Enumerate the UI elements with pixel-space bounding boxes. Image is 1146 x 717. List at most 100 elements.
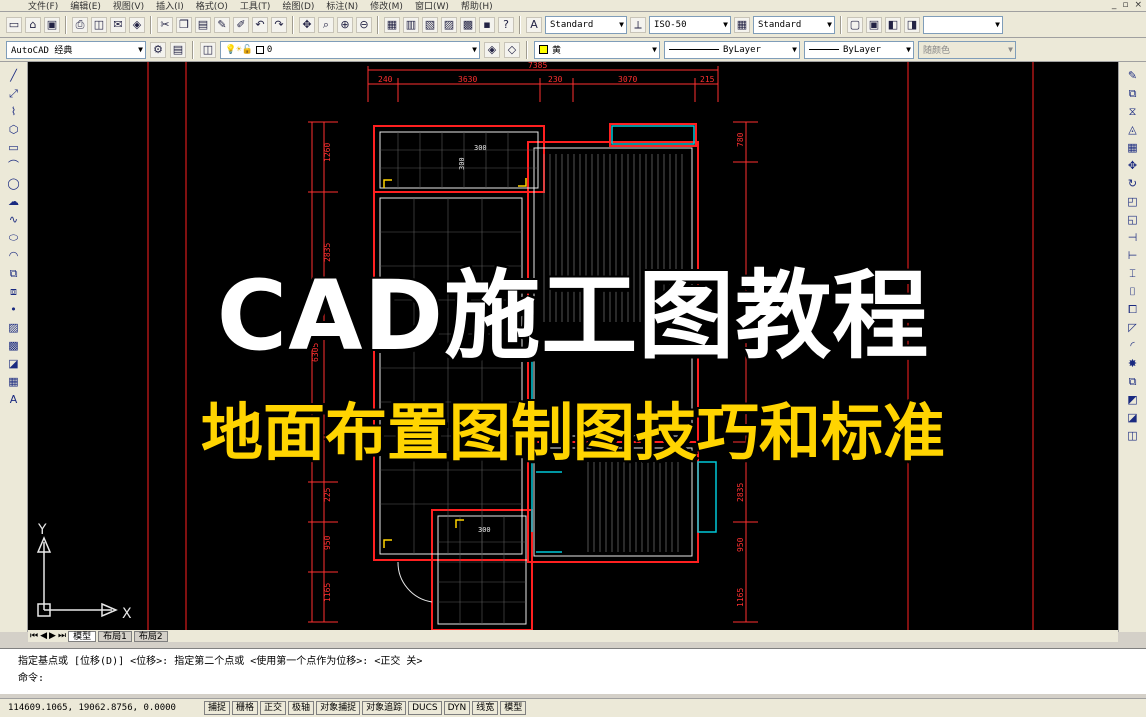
grid-button[interactable]: 栅格 xyxy=(232,701,259,715)
move-icon[interactable]: ✥ xyxy=(1124,158,1142,174)
construction-line-icon[interactable]: ⤢ xyxy=(5,86,23,102)
zoom-previous-icon[interactable]: ⊖ xyxy=(356,16,372,33)
redo-icon[interactable]: ↷ xyxy=(271,16,287,33)
osnap-button[interactable]: 对象捕捉 xyxy=(316,701,361,715)
sheetset-icon[interactable]: ▨ xyxy=(441,16,457,33)
tool-palettes-icon[interactable]: ▧ xyxy=(422,16,438,33)
viewport-poly-icon[interactable]: ▣ xyxy=(866,16,882,33)
restore-icon[interactable]: ▫ xyxy=(1122,0,1128,10)
table-style-select[interactable]: Standard ▼ xyxy=(753,15,835,34)
menu-draw[interactable]: 绘图(D) xyxy=(282,0,314,12)
dim-right-1: 780 xyxy=(736,132,745,147)
revcloud-icon[interactable]: ☁ xyxy=(5,194,23,210)
ortho-button[interactable]: 正交 xyxy=(260,701,287,715)
close-icon[interactable]: × xyxy=(1134,0,1142,10)
tab-nav-last-icon[interactable]: ⏭ xyxy=(58,631,66,641)
pan-icon[interactable]: ✥ xyxy=(299,16,315,33)
stretch-icon[interactable]: ◱ xyxy=(1124,212,1142,228)
viewport-object-icon[interactable]: ◧ xyxy=(885,16,901,33)
tab-nav-first-icon[interactable]: ⏮ xyxy=(30,631,38,641)
linetype-select[interactable]: ByLayer ▼ xyxy=(664,40,800,59)
ducs-button[interactable]: DUCS xyxy=(408,701,442,715)
layer-color-icon xyxy=(255,45,264,54)
tab-model[interactable]: 模型 xyxy=(68,630,97,642)
viewport-scale-select[interactable]: ▼ xyxy=(923,15,1003,34)
tab-nav-next-icon[interactable]: ▶ xyxy=(49,631,56,641)
undo-icon[interactable]: ↶ xyxy=(252,16,268,33)
minimize-icon[interactable]: _ xyxy=(1112,0,1117,10)
design-center-icon[interactable]: ▥ xyxy=(403,16,419,33)
polyline-icon[interactable]: ⌇ xyxy=(5,104,23,120)
spline-icon[interactable]: ∿ xyxy=(5,212,23,228)
copy-icon[interactable]: ❐ xyxy=(176,16,192,33)
lineweight-select[interactable]: ByLayer ▼ xyxy=(804,40,914,59)
tab-layout1[interactable]: 布局1 xyxy=(98,630,132,642)
polygon-icon[interactable]: ⬡ xyxy=(5,122,23,138)
scale-icon[interactable]: ◰ xyxy=(1124,194,1142,210)
tab-nav-prev-icon[interactable]: ◀ xyxy=(40,631,47,641)
layer-manager-icon[interactable]: ◫ xyxy=(200,41,216,58)
tab-layout2[interactable]: 布局2 xyxy=(133,630,168,642)
new-icon[interactable]: ▭ xyxy=(6,16,22,33)
snap-button[interactable]: 捕捉 xyxy=(204,701,231,715)
plot-icon[interactable]: ◈ xyxy=(129,16,145,33)
dim-top-1: 240 xyxy=(378,75,393,84)
menu-edit[interactable]: 编辑(E) xyxy=(70,0,101,12)
menu-help[interactable]: 帮助(H) xyxy=(461,0,493,12)
array-icon[interactable]: ▦ xyxy=(1124,140,1142,156)
menu-file[interactable]: 文件(F) xyxy=(28,0,58,12)
print-icon[interactable]: ⎙ xyxy=(72,16,88,33)
preview-icon[interactable]: ◫ xyxy=(91,16,107,33)
viewport-icon[interactable]: ▢ xyxy=(847,16,863,33)
menu-insert[interactable]: 插入(I) xyxy=(156,0,184,12)
save-icon[interactable]: ▣ xyxy=(44,16,60,33)
rotate-icon[interactable]: ↻ xyxy=(1124,176,1142,192)
lineweight-button[interactable]: 线宽 xyxy=(472,701,499,715)
circle-icon[interactable]: ◯ xyxy=(5,176,23,192)
zoom-window-icon[interactable]: ⊕ xyxy=(337,16,353,33)
plotstyle-select[interactable]: 随颜色 ▼ xyxy=(918,40,1016,59)
rectangle-icon[interactable]: ▭ xyxy=(5,140,23,156)
workspace-save-icon[interactable]: ▤ xyxy=(170,41,186,58)
menu-modify[interactable]: 修改(M) xyxy=(370,0,403,12)
publish-icon[interactable]: ✉ xyxy=(110,16,126,33)
properties-icon[interactable]: ▦ xyxy=(384,16,400,33)
layer-previous-icon[interactable]: ◇ xyxy=(504,41,520,58)
dim-style-select[interactable]: ISO-50 ▼ xyxy=(649,15,731,34)
cut-icon[interactable]: ✂ xyxy=(157,16,173,33)
workspace-select[interactable]: AutoCAD 经典 ▼ xyxy=(6,40,146,59)
make-current-layer-icon[interactable]: ◈ xyxy=(484,41,500,58)
room-label-1: 300 xyxy=(474,144,487,152)
dyn-button[interactable]: DYN xyxy=(443,701,471,715)
arc-icon[interactable]: ⌒ xyxy=(5,158,23,174)
line-icon[interactable]: ╱ xyxy=(5,68,23,84)
menu-view[interactable]: 视图(V) xyxy=(113,0,144,12)
calculator-icon[interactable]: ▪ xyxy=(479,16,495,33)
erase-icon[interactable]: ✎ xyxy=(1124,68,1142,84)
open-icon[interactable]: ⌂ xyxy=(25,16,41,33)
otrack-button[interactable]: 对象追踪 xyxy=(362,701,407,715)
matchprop-icon[interactable]: ✎ xyxy=(214,16,230,33)
command-prompt[interactable]: 命令: xyxy=(18,670,1146,687)
command-window[interactable]: 指定基点或 [位移(D)] <位移>: 指定第二个点或 <使用第一个点作为位移>… xyxy=(0,648,1146,694)
menu-tools[interactable]: 工具(T) xyxy=(240,0,271,12)
copy-object-icon[interactable]: ⧉ xyxy=(1124,86,1142,102)
menu-dimension[interactable]: 标注(N) xyxy=(326,0,358,12)
mirror-icon[interactable]: ⧖ xyxy=(1124,104,1142,120)
paste-icon[interactable]: ▤ xyxy=(195,16,211,33)
model-button[interactable]: 模型 xyxy=(500,701,527,715)
block-edit-icon[interactable]: ✐ xyxy=(233,16,249,33)
markup-icon[interactable]: ▩ xyxy=(460,16,476,33)
text-style-select[interactable]: Standard ▼ xyxy=(545,15,627,34)
polar-button[interactable]: 极轴 xyxy=(288,701,315,715)
offset-icon[interactable]: ◬ xyxy=(1124,122,1142,138)
zoom-realtime-icon[interactable]: ⌕ xyxy=(318,16,334,33)
dim-top-5: 215 xyxy=(700,75,715,84)
menu-window[interactable]: 窗口(W) xyxy=(415,0,449,12)
layer-select[interactable]: 💡 ☀ 🔓 0 ▼ xyxy=(220,40,480,59)
help-icon[interactable]: ? xyxy=(498,16,514,33)
menu-format[interactable]: 格式(O) xyxy=(196,0,228,12)
color-select[interactable]: 黄 ▼ xyxy=(534,40,660,59)
viewport-clip-icon[interactable]: ◨ xyxy=(904,16,920,33)
workspace-settings-icon[interactable]: ⚙ xyxy=(150,41,166,58)
